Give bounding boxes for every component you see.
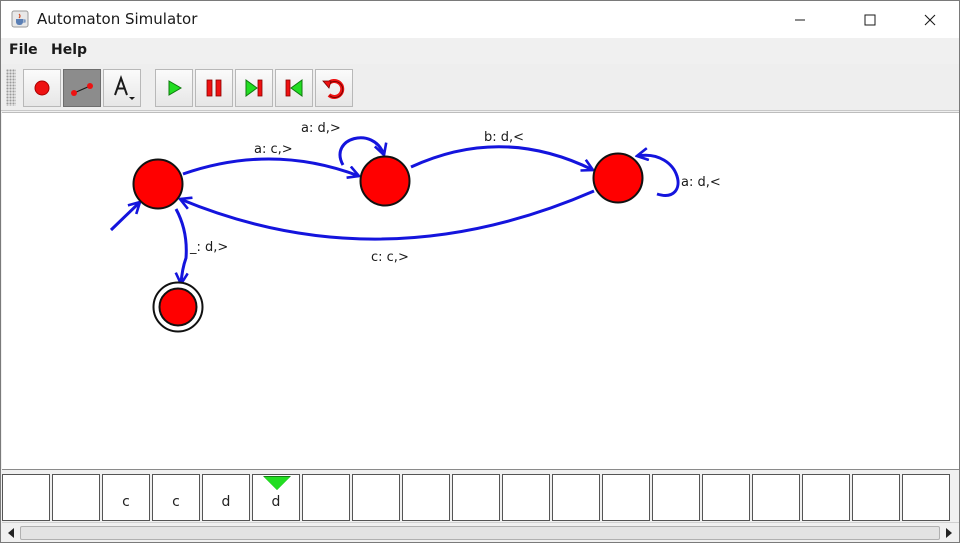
arrow-right-icon: [946, 528, 952, 538]
tape-cell[interactable]: [802, 474, 850, 521]
menu-help[interactable]: Help: [51, 42, 87, 58]
transition-q0-q1[interactable]: [182, 157, 359, 176]
title-bar: Automaton Simulator: [1, 1, 959, 38]
reset-icon: [322, 78, 345, 99]
menu-bar: File Help: [1, 38, 959, 64]
tape-cell-head[interactable]: d: [252, 474, 300, 521]
tape-cell[interactable]: d: [202, 474, 250, 521]
tape-symbol: d: [221, 494, 231, 510]
tape-cell[interactable]: [2, 474, 50, 521]
menu-file[interactable]: File: [9, 42, 38, 58]
transition-label: a: d,<: [681, 175, 721, 190]
tape-head-marker: [264, 477, 290, 490]
tape: c c d d: [2, 472, 959, 522]
tape-symbol: c: [172, 494, 180, 510]
state-q1[interactable]: [359, 155, 411, 207]
scroll-left-button[interactable]: [3, 525, 19, 541]
pause-icon: [206, 79, 222, 97]
transition-label: a: c,>: [254, 142, 293, 157]
tape-cell[interactable]: [752, 474, 800, 521]
pause-button[interactable]: [195, 69, 233, 107]
tape-symbol: d: [271, 494, 281, 510]
play-icon: [168, 80, 182, 96]
scroll-right-button[interactable]: [941, 525, 957, 541]
red-circle-icon: [34, 80, 50, 96]
transition-q1-q2[interactable]: [410, 145, 593, 170]
automaton-diagram: a: c,> a: d,> b: d,< a: d,< c: c,> _: d,…: [109, 121, 721, 333]
transition-label: c: c,>: [371, 250, 409, 265]
arrow-left-icon: [8, 528, 14, 538]
tape-cell[interactable]: c: [102, 474, 150, 521]
step-back-icon: [285, 79, 303, 97]
tape-cell[interactable]: [852, 474, 900, 521]
transition-label: a: d,>: [301, 121, 341, 136]
transition-label: _: d,>: [189, 240, 228, 255]
tape-cell[interactable]: [402, 474, 450, 521]
tape-cell[interactable]: [652, 474, 700, 521]
close-icon: [924, 14, 936, 25]
tape-cell[interactable]: c: [152, 474, 200, 521]
state-q0[interactable]: [132, 158, 184, 210]
window-title: Automaton Simulator: [37, 10, 198, 28]
tape-cell[interactable]: [52, 474, 100, 521]
reset-button[interactable]: [315, 69, 353, 107]
tape-cell[interactable]: [702, 474, 750, 521]
step-forward-icon: [245, 79, 263, 97]
toolbar-grip[interactable]: [6, 69, 16, 106]
tape-cell[interactable]: [552, 474, 600, 521]
tape-cell[interactable]: [502, 474, 550, 521]
tape-cell[interactable]: [602, 474, 650, 521]
text-A-icon: [114, 74, 135, 100]
edge-icon: [71, 83, 93, 96]
text-tool-button[interactable]: [103, 69, 141, 107]
tape-cell[interactable]: [302, 474, 350, 521]
tape-cell[interactable]: [452, 474, 500, 521]
state-q3-accepting[interactable]: [152, 281, 204, 333]
close-button[interactable]: [907, 1, 953, 38]
java-cup-icon: [11, 10, 29, 28]
initial-arrow: [109, 202, 140, 232]
add-transition-tool-button[interactable]: [63, 69, 101, 107]
maximize-icon: [864, 14, 876, 25]
app-window: Automaton Simulator File Help a: c,> a: …: [0, 0, 960, 543]
step-back-button[interactable]: [275, 69, 313, 107]
tape-cell[interactable]: [902, 474, 950, 521]
run-button[interactable]: [155, 69, 193, 107]
add-state-tool-button[interactable]: [23, 69, 61, 107]
minimize-icon: [795, 19, 805, 20]
toolbar: [1, 64, 959, 111]
maximize-button[interactable]: [847, 1, 893, 38]
tape-horizontal-scrollbar[interactable]: [2, 522, 959, 542]
minimize-button[interactable]: [777, 1, 823, 38]
automaton-canvas[interactable]: a: c,> a: d,> b: d,< a: d,< c: c,> _: d,…: [2, 112, 959, 470]
tape-cell[interactable]: [352, 474, 400, 521]
transition-label: b: d,<: [484, 130, 524, 145]
scroll-thumb[interactable]: [20, 526, 940, 540]
step-forward-button[interactable]: [235, 69, 273, 107]
tape-symbol: c: [122, 494, 130, 510]
state-q2[interactable]: [592, 152, 644, 204]
transition-q0-q3[interactable]: [176, 208, 186, 284]
